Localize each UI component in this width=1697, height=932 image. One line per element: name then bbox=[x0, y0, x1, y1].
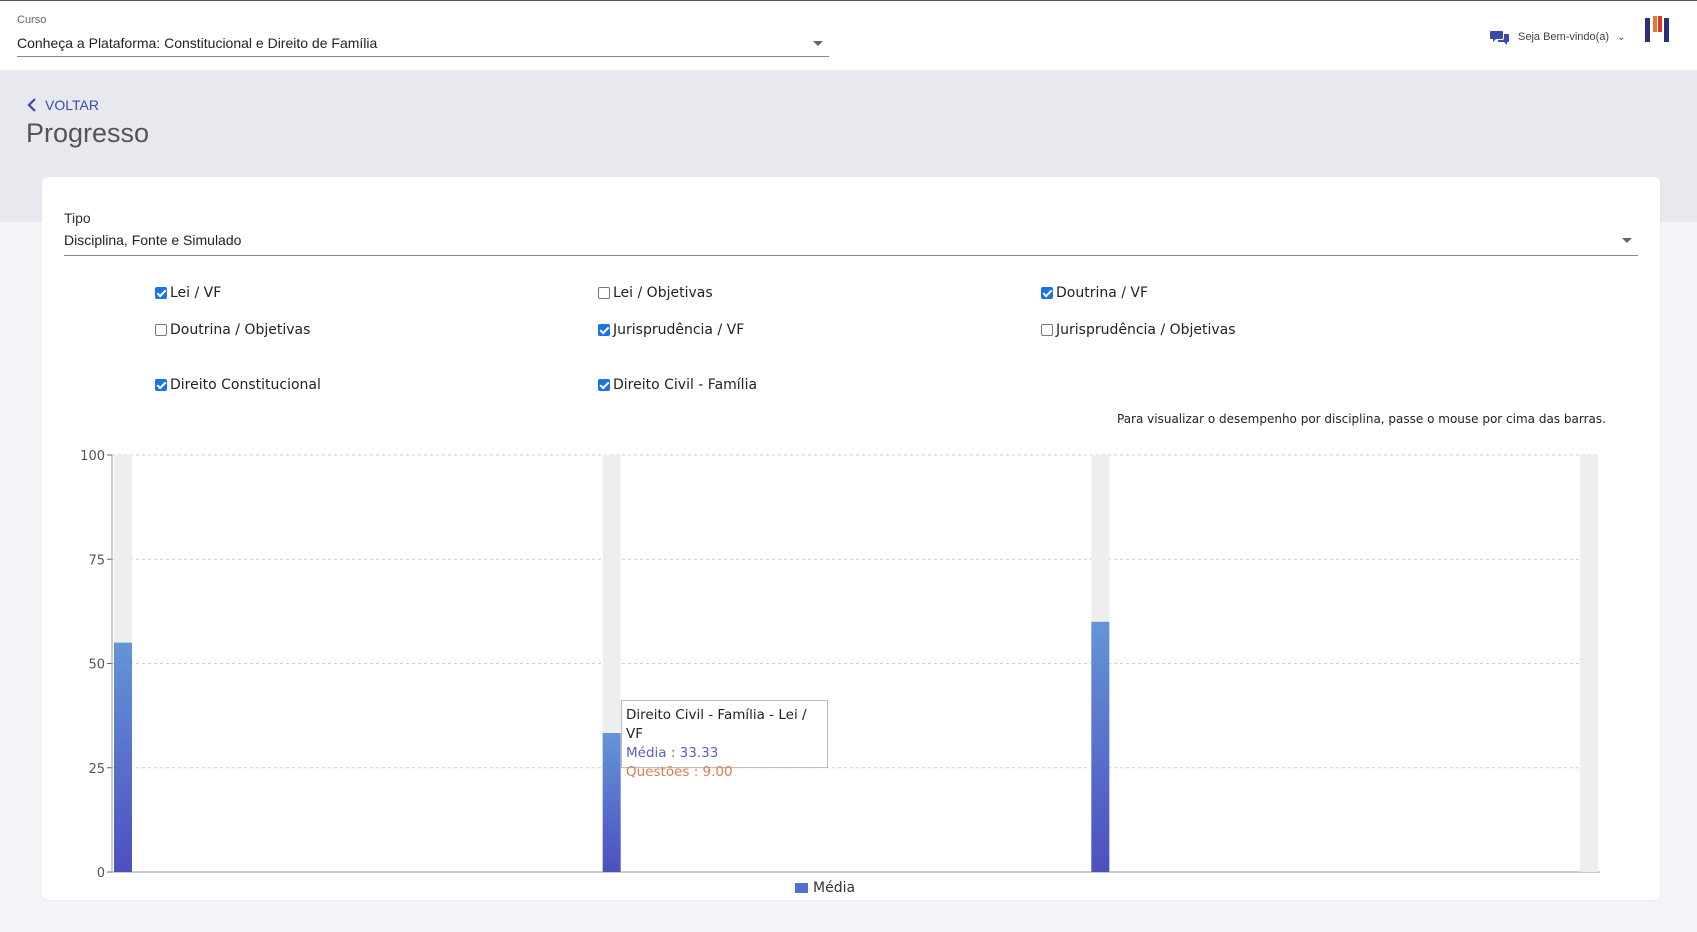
tooltip-questoes: Questões : 9.00 bbox=[626, 764, 733, 780]
legend-swatch bbox=[795, 883, 808, 893]
checkbox-label: Direito Constitucional bbox=[170, 377, 321, 393]
chart-tooltip: Direito Civil - Família - Lei / VF Média… bbox=[621, 700, 828, 780]
bar bbox=[1091, 621, 1110, 872]
checkbox-direito-civil-familia[interactable]: Direito Civil - Família bbox=[598, 377, 757, 393]
hover-hint: Para visualizar o desempenho por discipl… bbox=[1117, 412, 1606, 426]
y-tick-label: 100 bbox=[80, 450, 105, 464]
checkbox-direito-constitucional[interactable]: Direito Constitucional bbox=[155, 377, 321, 393]
checkbox-label: Lei / Objetivas bbox=[613, 285, 713, 301]
tooltip-media: Média : 33.33 bbox=[626, 745, 719, 761]
course-value: Conheça a Plataforma: Constitucional e D… bbox=[17, 35, 378, 51]
dropdown-arrow-icon bbox=[1622, 238, 1632, 243]
y-tick-label: 0 bbox=[97, 866, 105, 881]
chart-legend[interactable]: Média bbox=[795, 880, 855, 896]
checkbox-doutrina-vf[interactable]: Doutrina / VF bbox=[1041, 285, 1148, 301]
tipo-value: Disciplina, Fonte e Simulado bbox=[64, 232, 242, 248]
checkbox-box[interactable] bbox=[598, 324, 610, 336]
top-bar: Curso Conheça a Plataforma: Constitucion… bbox=[0, 0, 1697, 70]
checkbox-box[interactable] bbox=[598, 287, 610, 299]
checkbox-label: Lei / VF bbox=[170, 285, 222, 301]
y-tick-label: 50 bbox=[88, 658, 105, 673]
checkbox-box[interactable] bbox=[598, 379, 610, 391]
y-tick-label: 25 bbox=[88, 762, 105, 777]
checkbox-box[interactable] bbox=[155, 379, 167, 391]
back-label: VOLTAR bbox=[45, 97, 99, 113]
checkbox-jurisprudencia-objetivas[interactable]: Jurisprudência / Objetivas bbox=[1041, 322, 1236, 338]
course-label: Curso bbox=[17, 14, 47, 26]
checkbox-doutrina-objetivas[interactable]: Doutrina / Objetivas bbox=[155, 322, 310, 338]
checkbox-label: Doutrina / VF bbox=[1056, 285, 1149, 301]
checkbox-box[interactable] bbox=[1041, 324, 1053, 336]
checkbox-box[interactable] bbox=[155, 324, 167, 336]
legend-label: Média bbox=[813, 880, 856, 896]
page-title: Progresso bbox=[26, 118, 150, 148]
checkbox-label: Doutrina / Objetivas bbox=[170, 322, 311, 338]
user-menu[interactable]: Seja Bem-vindo(a) ⌄ bbox=[1490, 27, 1625, 47]
tipo-label: Tipo bbox=[64, 210, 91, 226]
checkbox-label: Direito Civil - Família bbox=[613, 377, 758, 393]
back-button[interactable]: VOLTAR bbox=[27, 97, 99, 113]
bar bbox=[602, 733, 621, 872]
checkbox-box[interactable] bbox=[155, 287, 167, 299]
chevron-left-icon bbox=[27, 98, 36, 112]
brand-logo bbox=[1645, 16, 1669, 42]
chevron-down-icon: ⌄ bbox=[1617, 31, 1626, 43]
course-select[interactable]: Conheça a Plataforma: Constitucional e D… bbox=[17, 33, 829, 57]
dropdown-arrow-icon bbox=[813, 41, 823, 46]
bar bbox=[114, 642, 132, 872]
checkbox-lei-vf[interactable]: Lei / VF bbox=[155, 285, 221, 301]
checkbox-label: Jurisprudência / VF bbox=[613, 322, 745, 338]
welcome-text: Seja Bem-vindo(a) bbox=[1518, 31, 1610, 43]
chat-icon bbox=[1490, 31, 1509, 45]
progress-bar-chart: 0 25 50 75 100 bbox=[80, 450, 1600, 881]
checkbox-box[interactable] bbox=[1041, 287, 1053, 299]
bar-track bbox=[1580, 455, 1598, 872]
y-tick-label: 75 bbox=[88, 553, 105, 568]
checkbox-jurisprudencia-vf[interactable]: Jurisprudência / VF bbox=[598, 322, 744, 338]
checkbox-label: Jurisprudência / Objetivas bbox=[1056, 322, 1236, 338]
tipo-select[interactable]: Disciplina, Fonte e Simulado bbox=[64, 230, 1638, 256]
tooltip-title: Direito Civil - Família - Lei / VF bbox=[626, 707, 807, 742]
checkbox-lei-objetivas[interactable]: Lei / Objetivas bbox=[598, 285, 713, 301]
